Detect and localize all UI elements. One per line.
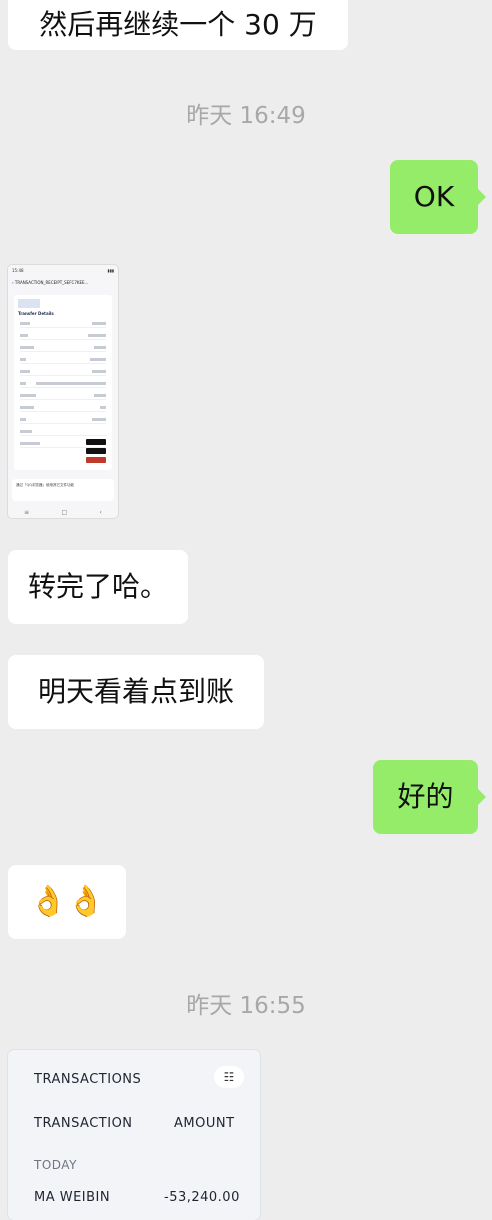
message-bubble-outgoing[interactable]: 好的: [373, 760, 486, 834]
transactions-header: TRANSACTIONS: [34, 1072, 142, 1087]
receipt-sheet: Transfer Details: [14, 295, 112, 470]
transaction-name: MA WEIBIN: [34, 1190, 111, 1205]
receipt-status-time: 15:48: [12, 268, 24, 273]
ok-hand-emoji-icon: 👌👌: [29, 884, 105, 919]
share-text: 通过「QQ浏览器」使用其它文件功能: [16, 483, 75, 487]
receipt-status-bar: 15:48 ▮▮▮: [8, 265, 118, 278]
receipt-row: [20, 358, 106, 364]
receipt-row: [20, 322, 106, 328]
bank-logo-icon: [18, 299, 40, 308]
message-bubble-incoming[interactable]: 明天看着点到账: [8, 655, 264, 729]
transactions-screenshot-card[interactable]: TRANSACTIONS ☷ TRANSACTION AMOUNT TODAY …: [8, 1050, 260, 1220]
column-header-transaction: TRANSACTION: [34, 1116, 133, 1131]
signal-icon: ▮▮▮: [107, 268, 114, 273]
receipt-row: [20, 394, 106, 400]
receipt-sheet-title: Transfer Details: [18, 311, 54, 316]
receipt-row: [20, 406, 106, 412]
timestamp: 昨天 16:49: [186, 103, 306, 129]
share-bar: 通过「QQ浏览器」使用其它文件功能: [12, 479, 114, 501]
message-bubble-incoming[interactable]: 👌👌: [8, 865, 126, 939]
receipt-row: [20, 334, 106, 340]
receipt-row: [20, 430, 106, 436]
receipt-row: [20, 346, 106, 352]
transaction-amount: -53,240.00: [164, 1190, 240, 1205]
column-header-amount: AMOUNT: [174, 1116, 235, 1131]
huawei-gallery-badge-icon: [86, 457, 106, 463]
receipt-title: TRANSACTION_RECEIPT_SEFC7KEE...: [14, 280, 89, 285]
message-bubble-incoming[interactable]: 然后再继续一个 30 万: [8, 0, 348, 50]
message-text: OK: [413, 180, 455, 213]
google-play-badge-icon: [86, 448, 106, 454]
android-nav-bar: ≡ □ ‹: [8, 506, 118, 518]
back-icon: ‹: [99, 508, 102, 516]
message-bubble-outgoing[interactable]: OK: [390, 160, 486, 234]
app-store-badge-icon: [86, 439, 106, 445]
receipt-row: [20, 382, 106, 388]
receipt-row: [20, 418, 106, 424]
timestamp: 昨天 16:55: [186, 993, 306, 1019]
receipt-row: [20, 370, 106, 376]
message-text: 然后再继续一个 30 万: [39, 8, 317, 41]
section-today: TODAY: [34, 1158, 77, 1172]
home-icon: □: [61, 508, 68, 516]
back-icon: ‹: [12, 280, 14, 285]
message-text: 转完了哈。: [27, 570, 168, 603]
receipt-image-thumbnail[interactable]: 15:48 ▮▮▮ ‹ TRANSACTION_RECEIPT_SEFC7KEE…: [8, 265, 118, 518]
message-bubble-incoming[interactable]: 转完了哈。: [8, 550, 188, 624]
message-text: 明天看着点到账: [37, 675, 234, 708]
menu-icon: ≡: [24, 508, 30, 516]
filter-list-icon: ☷: [214, 1066, 244, 1088]
message-text: 好的: [397, 780, 454, 813]
